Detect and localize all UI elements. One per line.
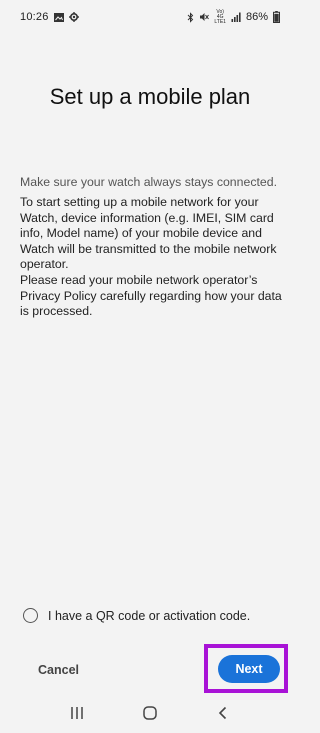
status-left: 10:26 — [20, 11, 79, 23]
navigation-bar — [0, 693, 300, 733]
settings-gear-icon — [68, 12, 79, 22]
cancel-button[interactable]: Cancel — [22, 655, 92, 685]
status-bar: 10:26 Vo) 4G LTE1 86% — [0, 0, 300, 34]
recent-apps-icon[interactable] — [57, 698, 97, 728]
battery-icon — [273, 11, 280, 23]
qr-code-option[interactable]: I have a QR code or activation code. — [23, 608, 250, 623]
home-icon[interactable] — [130, 698, 170, 728]
next-button[interactable]: Next — [218, 655, 280, 683]
signal-icon — [231, 12, 241, 22]
status-time: 10:26 — [20, 11, 49, 23]
intro-text: Make sure your watch always stays connec… — [20, 175, 277, 189]
qr-code-label: I have a QR code or activation code. — [48, 608, 251, 623]
mute-icon — [199, 12, 210, 22]
privacy-paragraph-2: Please read your mobile network operator… — [20, 272, 282, 319]
qr-code-radio[interactable] — [23, 608, 38, 623]
status-right: Vo) 4G LTE1 86% — [187, 9, 280, 25]
privacy-paragraph-1: To start setting up a mobile network for… — [20, 195, 277, 272]
description-block: To start setting up a mobile network for… — [20, 195, 282, 320]
volte-bot-label: LTE1 — [214, 18, 226, 25]
screen: 10:26 Vo) 4G LTE1 86% Set up a mobile pl… — [0, 0, 300, 733]
page-title: Set up a mobile plan — [49, 84, 251, 109]
battery-percent: 86% — [245, 11, 268, 23]
volte-indicator: Vo) 4G LTE1 — [214, 9, 226, 25]
bluetooth-icon — [187, 11, 194, 23]
gallery-icon — [53, 12, 64, 22]
back-icon[interactable] — [203, 698, 243, 728]
